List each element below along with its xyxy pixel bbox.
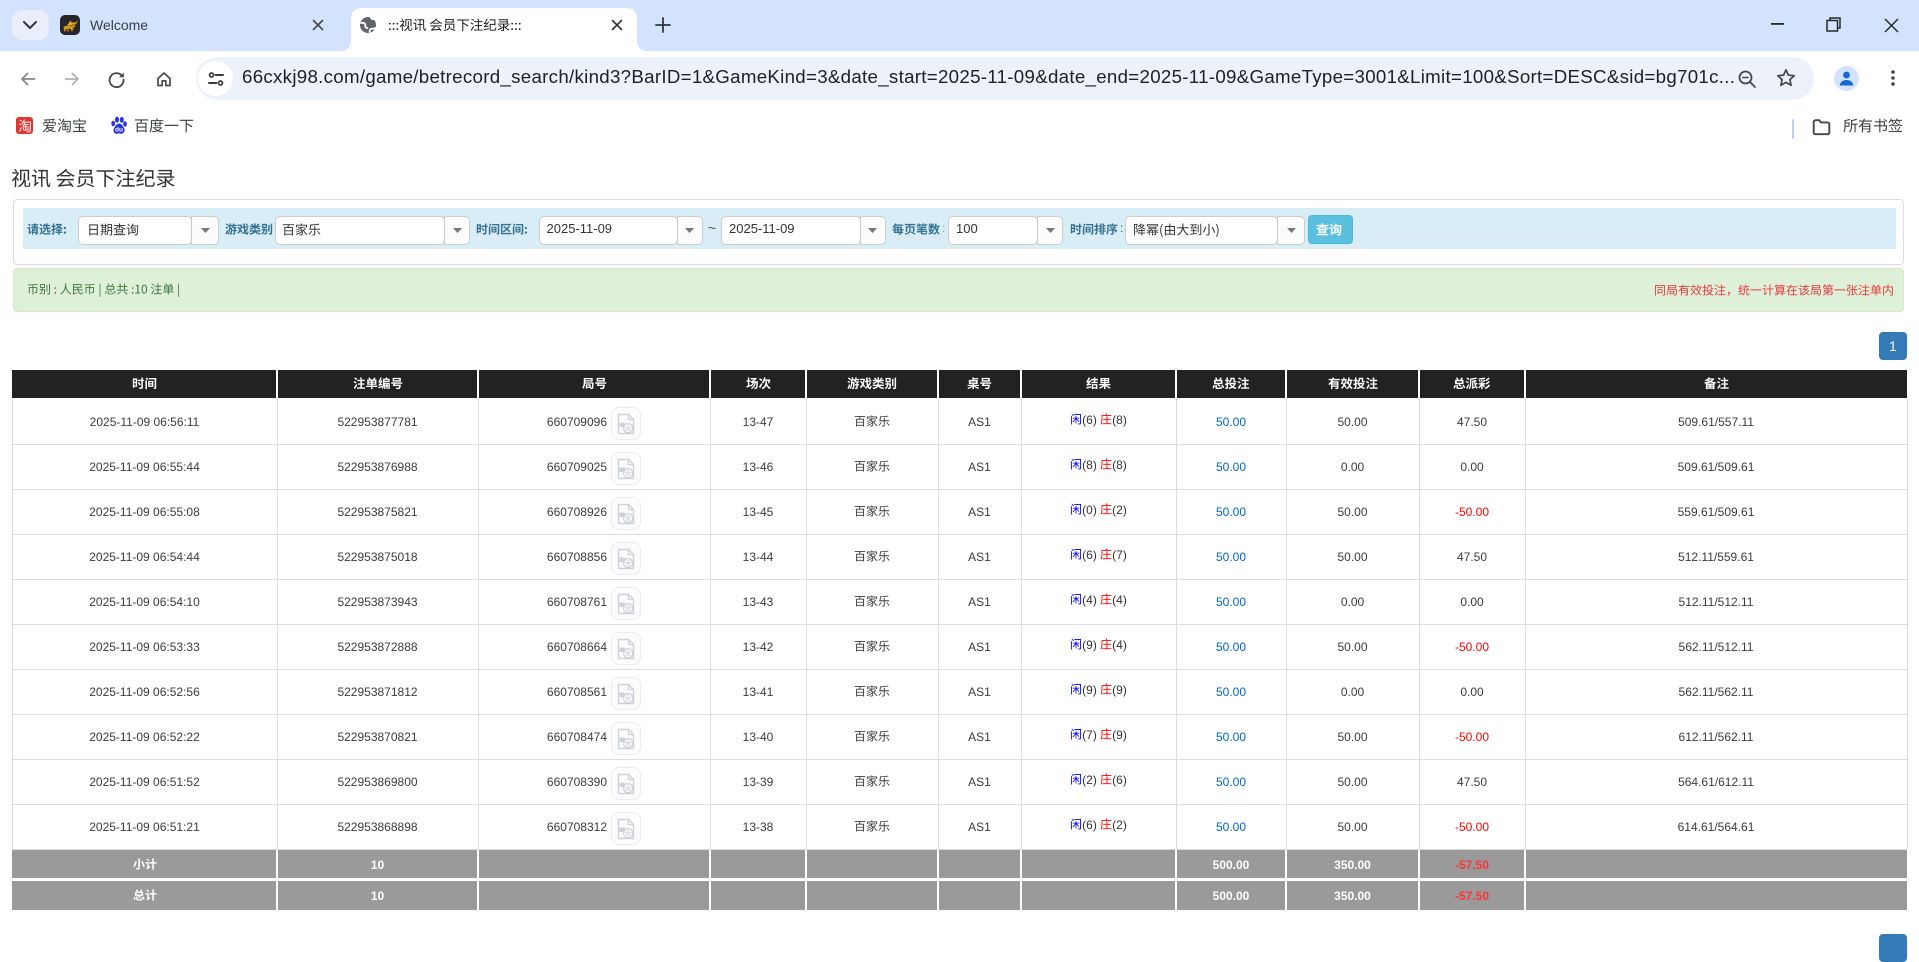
- svg-text:du: du: [115, 127, 123, 134]
